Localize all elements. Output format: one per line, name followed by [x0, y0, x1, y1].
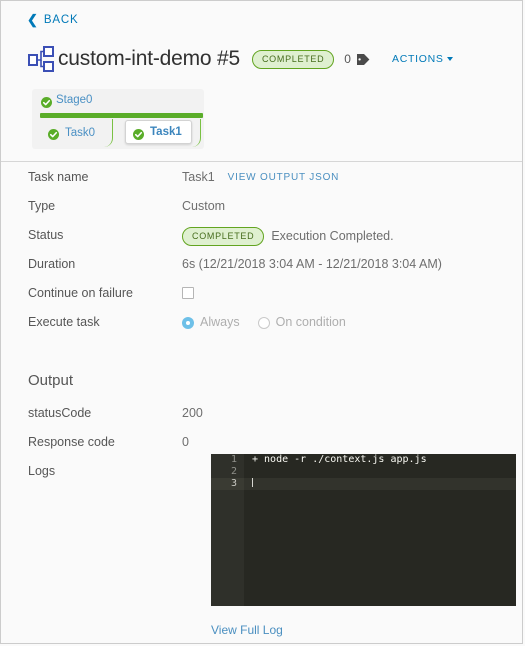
header-divider [1, 161, 522, 162]
log-line-text [244, 466, 252, 478]
detail-value: 0 [182, 435, 189, 449]
detail-label: Duration [28, 257, 76, 271]
log-line-number: 1 [211, 454, 244, 466]
tag-icon [356, 53, 370, 66]
detail-value [182, 285, 194, 299]
task-chip-task1[interactable]: Task1 [125, 120, 192, 144]
tag-count: 0 [344, 52, 351, 66]
log-line: 3 [211, 478, 516, 490]
status-badge: COMPLETED [251, 49, 335, 69]
detail-row-duration: Duration 6s (12/21/2018 3:04 AM - 12/21/… [1, 256, 522, 285]
log-line-text: + node -r ./context.js app.js [252, 454, 427, 465]
check-circle-icon [41, 95, 52, 108]
actions-menu-label: ACTIONS [391, 53, 444, 65]
detail-label: Type [28, 199, 56, 213]
detail-row-status: Status COMPLETED Execution Completed. [1, 227, 522, 256]
output-section-title: Output [28, 372, 74, 389]
view-output-json-link[interactable]: VIEW OUTPUT JSON [228, 169, 340, 186]
log-line-number: 3 [211, 478, 244, 490]
pipeline-execution-detail-page: ❮ BACK custom-int-demo #5 COMPLETED 0 AC… [0, 0, 523, 644]
chevron-left-icon: ❮ [27, 12, 38, 27]
status-message: Execution Completed. [271, 229, 394, 243]
task-chip-task0[interactable]: Task0 [41, 122, 104, 143]
detail-value: 200 [182, 406, 203, 420]
page-header: custom-int-demo #5 COMPLETED 0 ACTIONS [25, 44, 512, 74]
radio-option-label: On condition [275, 315, 346, 329]
task-chip-label: Task1 [150, 126, 182, 138]
log-cursor [252, 478, 253, 487]
log-line-number: 2 [211, 466, 244, 478]
detail-label: Continue on failure [28, 286, 133, 300]
back-button[interactable]: ❮ BACK [27, 13, 78, 26]
actions-menu-button[interactable]: ACTIONS [392, 53, 453, 65]
task-chip-label: Task0 [65, 126, 96, 139]
log-line: 1 + node -r ./context.js app.js [211, 454, 516, 466]
execute-task-radio-group: Always On condition [182, 314, 346, 331]
stage-header[interactable]: Stage0 [32, 89, 204, 108]
stage-name: Stage0 [56, 94, 93, 106]
detail-label: Response code [28, 435, 115, 449]
check-circle-icon [133, 127, 144, 140]
log-viewer[interactable]: 1 + node -r ./context.js app.js 2 3 [211, 454, 516, 606]
detail-row-status-code: statusCode 200 [1, 405, 522, 434]
detail-value: Task1 VIEW OUTPUT JSON [182, 169, 339, 186]
page-title: custom-int-demo #5 [58, 47, 240, 70]
detail-label: statusCode [28, 406, 92, 420]
radio-option-on-condition[interactable]: On condition [257, 314, 346, 331]
back-button-label: BACK [43, 13, 79, 26]
pipeline-hierarchy-icon [25, 44, 57, 74]
radio-option-always[interactable]: Always [182, 314, 240, 331]
task-detail-list: Task name Task1 VIEW OUTPUT JSON Type Cu… [1, 169, 522, 343]
detail-row-execute-task: Execute task Always On condition [1, 314, 522, 343]
task-connector-line [192, 119, 201, 147]
chevron-down-icon [446, 57, 453, 61]
task-name-value: Task1 [182, 170, 215, 184]
detail-label: Status [28, 228, 64, 242]
continue-on-failure-checkbox[interactable] [182, 287, 194, 299]
log-line: 2 [211, 466, 516, 478]
detail-value: Custom [182, 199, 226, 213]
radio-option-label: Always [200, 315, 240, 329]
task-connector-line [104, 119, 113, 147]
pipeline-graph: Stage0 Task0 Task1 [32, 89, 204, 149]
status-badge: COMPLETED [182, 227, 265, 246]
check-circle-icon [48, 127, 59, 140]
radio-icon-selected [182, 316, 194, 329]
detail-value: 6s (12/21/2018 3:04 AM - 12/21/2018 3:04… [182, 257, 442, 271]
detail-row-task-name: Task name Task1 VIEW OUTPUT JSON [1, 169, 522, 198]
view-full-log-link[interactable]: View Full Log [211, 623, 283, 637]
detail-row-type: Type Custom [1, 198, 522, 227]
log-line-text [244, 478, 253, 490]
detail-label: Execute task [28, 315, 100, 329]
radio-icon-unselected [257, 316, 270, 329]
logs-label: Logs [28, 464, 56, 478]
detail-value: COMPLETED Execution Completed. [182, 227, 394, 246]
detail-row-continue-on-failure: Continue on failure [1, 285, 522, 314]
log-gutter-background [211, 490, 244, 606]
detail-value: Always On condition [182, 314, 346, 331]
stage-tasks: Task0 Task1 [32, 119, 204, 149]
detail-label: Task name [28, 170, 89, 184]
stage-progress-bar [40, 113, 203, 118]
